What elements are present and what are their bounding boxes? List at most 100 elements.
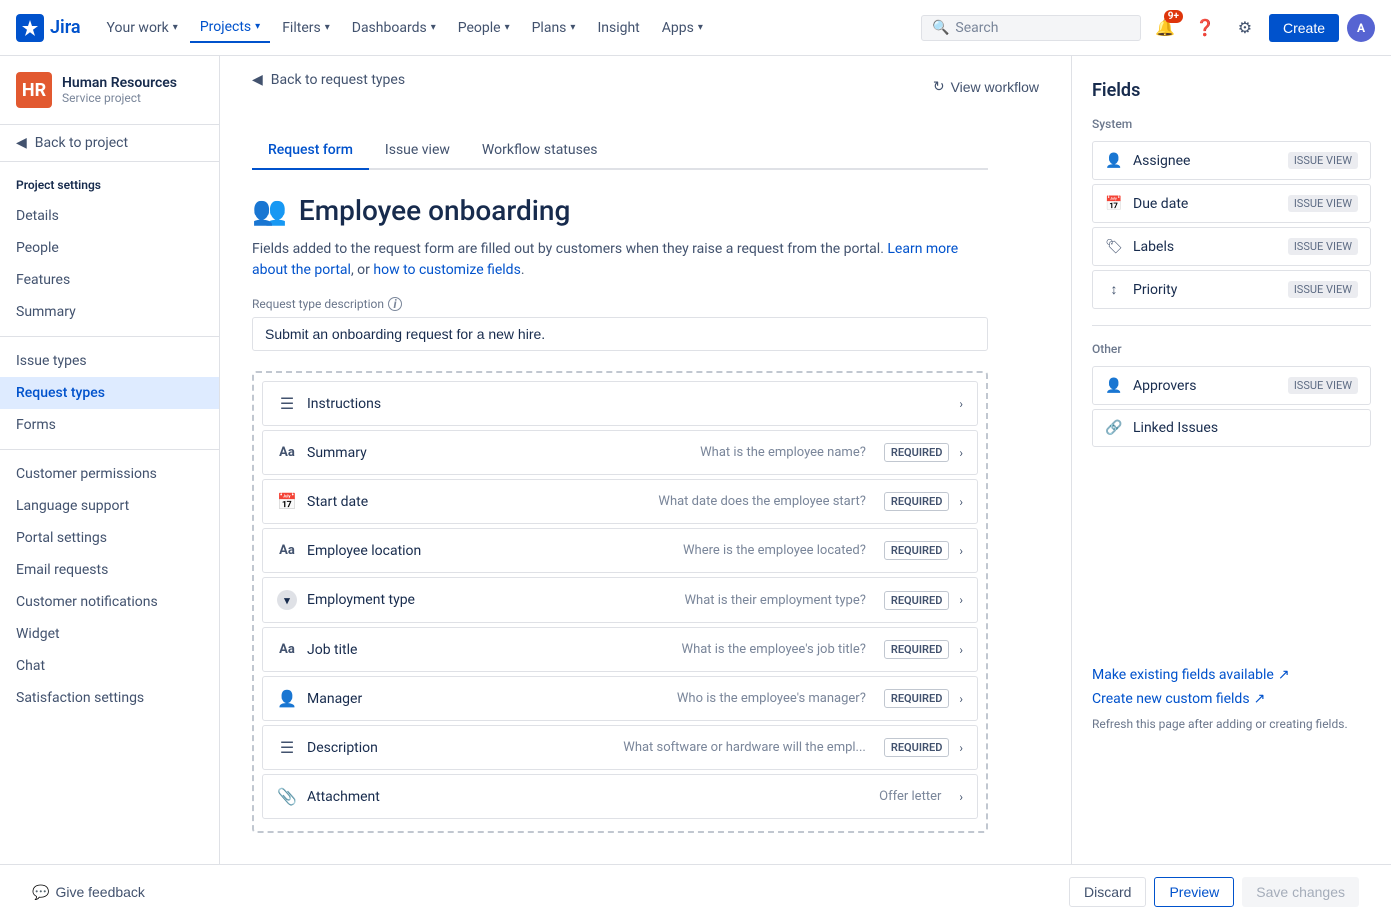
sidebar-item-customer-notifications[interactable]: Customer notifications (0, 586, 219, 618)
field-attachment[interactable]: 📎 Attachment Offer letter › (262, 774, 978, 819)
sidebar-divider-1 (0, 336, 219, 337)
back-to-request-types[interactable]: ◀ Back to request types (252, 72, 405, 88)
field-employee-location[interactable]: Aa Employee location Where is the employ… (262, 528, 978, 573)
field-card-due-date[interactable]: 📅 Due date ISSUE VIEW (1092, 184, 1371, 223)
create-button[interactable]: Create (1269, 14, 1339, 42)
manager-label: Manager (307, 691, 447, 707)
assignee-icon: 👤 (1105, 153, 1123, 169)
nav-apps[interactable]: Apps ▾ (652, 14, 713, 42)
nav-people[interactable]: People ▾ (448, 14, 520, 42)
logo-icon (16, 14, 44, 42)
attachment-chevron-icon: › (959, 790, 963, 804)
linked-issues-icon: 🔗 (1105, 420, 1123, 436)
tab-workflow-statuses[interactable]: Workflow statuses (466, 132, 614, 170)
start-date-required-badge: REQUIRED (884, 492, 950, 511)
search-box[interactable]: 🔍 Search (921, 15, 1141, 41)
start-date-label: Start date (307, 494, 447, 510)
app-layout: HR Human Resources Service project ◀ Bac… (0, 56, 1391, 919)
nav-insight[interactable]: Insight (587, 14, 649, 42)
sidebar-item-customer-permissions[interactable]: Customer permissions (0, 458, 219, 490)
external-link-icon-2: ↗ (1254, 691, 1266, 707)
employment-type-chevron-icon: › (959, 593, 963, 607)
field-employment-type[interactable]: ▾ Employment type What is their employme… (262, 577, 978, 623)
field-card-priority[interactable]: ↕ Priority ISSUE VIEW (1092, 270, 1371, 309)
sidebar-item-summary[interactable]: Summary (0, 296, 219, 328)
settings-button[interactable]: ⚙ (1229, 12, 1261, 44)
field-job-title[interactable]: Aa Job title What is the employee's job … (262, 627, 978, 672)
preview-button[interactable]: Preview (1154, 877, 1234, 907)
nav-projects[interactable]: Projects ▾ (190, 13, 270, 43)
employment-type-icon: ▾ (277, 590, 297, 610)
help-button[interactable]: ❓ (1189, 12, 1221, 44)
nav-dashboards[interactable]: Dashboards ▾ (342, 14, 446, 42)
sidebar-item-issue-types[interactable]: Issue types (0, 345, 219, 377)
sidebar-item-chat[interactable]: Chat (0, 650, 219, 682)
sidebar-item-widget[interactable]: Widget (0, 618, 219, 650)
sidebar-item-details[interactable]: Details (0, 200, 219, 232)
customize-fields-link[interactable]: how to customize fields (373, 262, 520, 278)
approvers-badge: ISSUE VIEW (1288, 377, 1358, 394)
field-card-approvers[interactable]: 👤 Approvers ISSUE VIEW (1092, 366, 1371, 405)
sidebar-item-satisfaction[interactable]: Satisfaction settings (0, 682, 219, 714)
location-chevron-icon: › (959, 544, 963, 558)
field-card-labels[interactable]: 🏷 Labels ISSUE VIEW (1092, 227, 1371, 266)
tab-issue-view[interactable]: Issue view (369, 132, 466, 170)
sidebar-item-people[interactable]: People (0, 232, 219, 264)
top-nav: Jira Your work ▾ Projects ▾ Filters ▾ Da… (0, 0, 1391, 56)
bottom-actions: Discard Preview Save changes (1069, 877, 1359, 907)
main-inner: Request form Issue view Workflow statuse… (220, 108, 1020, 857)
logo[interactable]: Jira (16, 14, 81, 42)
priority-badge: ISSUE VIEW (1288, 281, 1358, 298)
nav-filters[interactable]: Filters ▾ (272, 14, 340, 42)
discard-button[interactable]: Discard (1069, 877, 1146, 907)
back-arrow-icon: ◀ (252, 72, 263, 88)
field-description[interactable]: ☰ Description What software or hardware … (262, 725, 978, 770)
save-button[interactable]: Save changes (1242, 877, 1359, 907)
field-manager[interactable]: 👤 Manager Who is the employee's manager?… (262, 676, 978, 721)
other-label: Other (1092, 342, 1371, 356)
sidebar-item-request-types[interactable]: Request types (0, 377, 219, 409)
field-label: Request type description i (252, 297, 988, 311)
field-card-linked-issues[interactable]: 🔗 Linked Issues (1092, 409, 1371, 447)
nav-items: Your work ▾ Projects ▾ Filters ▾ Dashboa… (97, 13, 713, 43)
due-date-name: Due date (1133, 196, 1278, 212)
sidebar-item-portal-settings[interactable]: Portal settings (0, 522, 219, 554)
sidebar-item-email-requests[interactable]: Email requests (0, 554, 219, 586)
field-summary[interactable]: Aa Summary What is the employee name? RE… (262, 430, 978, 475)
field-instructions[interactable]: ☰ Instructions › (262, 381, 978, 426)
location-icon: Aa (277, 543, 297, 558)
right-divider (1092, 325, 1371, 326)
sidebar-item-forms[interactable]: Forms (0, 409, 219, 441)
notification-badge: 9+ (1164, 10, 1183, 23)
tab-request-form[interactable]: Request form (252, 132, 369, 170)
make-fields-available-link[interactable]: Make existing fields available ↗ (1092, 667, 1371, 683)
sidebar-divider-2 (0, 449, 219, 450)
linked-issues-name: Linked Issues (1133, 420, 1358, 436)
learn-more-link[interactable]: Learn more about the portal (252, 241, 958, 278)
create-custom-fields-link[interactable]: Create new custom fields ↗ (1092, 691, 1371, 707)
field-card-assignee[interactable]: 👤 Assignee ISSUE VIEW (1092, 141, 1371, 180)
instructions-chevron-icon: › (959, 397, 963, 411)
back-label: Back to project (35, 135, 128, 151)
assignee-name: Assignee (1133, 153, 1278, 169)
attachment-hint: Offer letter (457, 789, 949, 804)
employment-type-label: Employment type (307, 592, 447, 608)
summary-icon: Aa (277, 445, 297, 460)
sidebar-item-language-support[interactable]: Language support (0, 490, 219, 522)
labels-name: Labels (1133, 239, 1278, 255)
request-type-description-input[interactable] (252, 317, 988, 351)
nav-plans[interactable]: Plans ▾ (522, 14, 586, 42)
back-to-project[interactable]: ◀ Back to project (0, 125, 219, 162)
attachment-icon: 📎 (277, 787, 297, 806)
job-title-label: Job title (307, 642, 447, 658)
notifications-button[interactable]: 🔔 9+ (1149, 12, 1181, 44)
view-workflow-button[interactable]: ↻ View workflow (933, 72, 1039, 101)
nav-your-work[interactable]: Your work ▾ (97, 14, 188, 42)
back-link-label: Back to request types (271, 72, 405, 88)
sidebar-item-features[interactable]: Features (0, 264, 219, 296)
summary-chevron-icon: › (959, 446, 963, 460)
feedback-button[interactable]: 💬 Give feedback (32, 884, 145, 901)
field-start-date[interactable]: 📅 Start date What date does the employee… (262, 479, 978, 524)
priority-name: Priority (1133, 282, 1278, 298)
avatar[interactable]: A (1347, 14, 1375, 42)
